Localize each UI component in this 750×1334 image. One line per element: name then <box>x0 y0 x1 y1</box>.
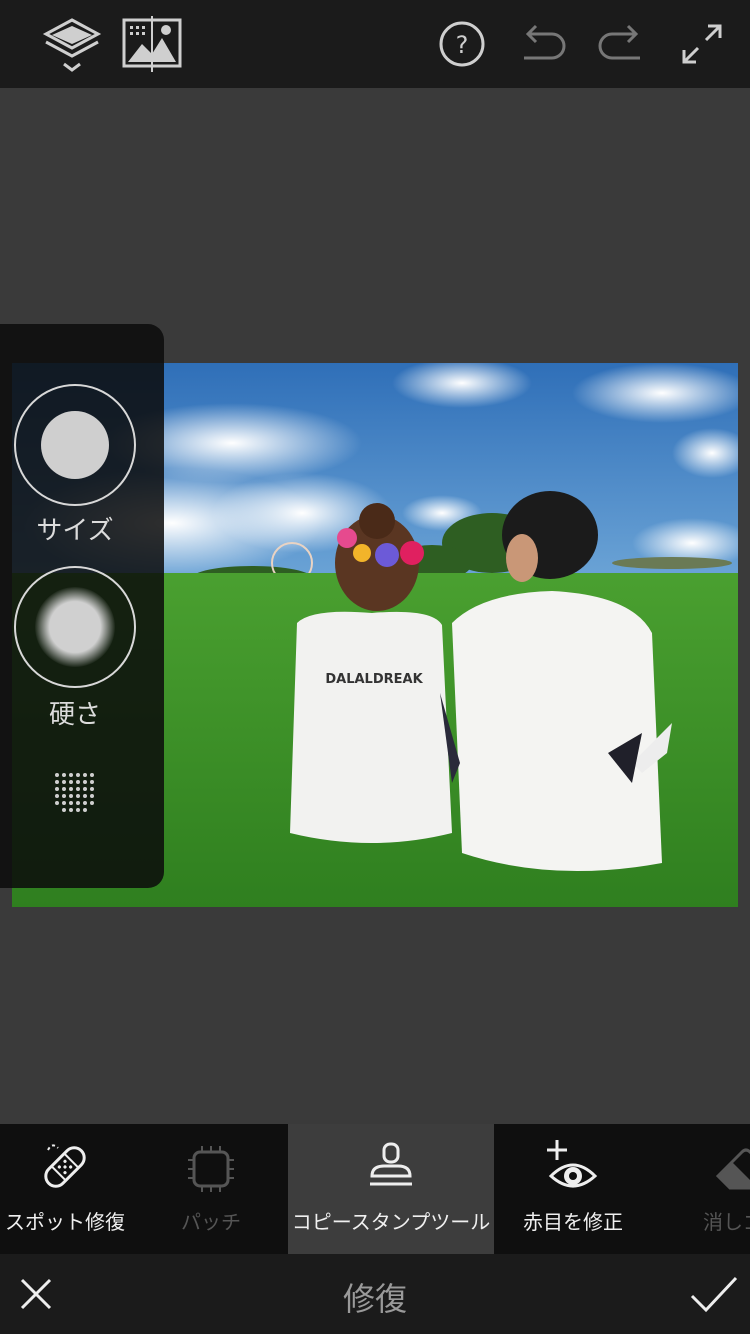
tool-label: 消しゴム <box>703 1210 750 1234</box>
dot-grid-icon[interactable] <box>52 770 98 816</box>
image-compare-icon[interactable] <box>122 14 182 74</box>
brush-settings-panel: サイズ 硬さ <box>0 324 164 888</box>
redo-icon[interactable] <box>592 14 652 74</box>
tool-label: コピースタンプツール <box>291 1210 491 1234</box>
undo-icon[interactable] <box>512 14 572 74</box>
patch-icon <box>186 1124 236 1202</box>
tool-clone-stamp[interactable]: コピースタンプツール <box>288 1124 494 1254</box>
top-toolbar: ? <box>0 0 750 88</box>
heal-tools-strip: スポット修復 パッチ コピースタンプツール 赤目を修正 消し <box>0 1124 750 1254</box>
tool-label: パッチ <box>181 1210 241 1234</box>
svg-text:?: ? <box>456 31 469 59</box>
brush-hardness-preview-icon <box>35 587 115 667</box>
help-icon[interactable]: ? <box>432 14 492 74</box>
bottom-bar: 修復 <box>0 1254 750 1334</box>
layers-icon[interactable] <box>42 14 102 74</box>
clone-stamp-icon <box>366 1124 416 1202</box>
brush-hardness-label: 硬さ <box>48 700 101 730</box>
brush-size-preview-icon <box>41 411 109 479</box>
fullscreen-icon[interactable] <box>672 14 732 74</box>
brush-hardness-button[interactable] <box>14 566 136 688</box>
red-eye-icon <box>543 1124 603 1202</box>
mode-title: 修復 <box>342 1280 407 1318</box>
tool-eraser[interactable]: 消しゴム <box>640 1124 750 1254</box>
tool-label: スポット修復 <box>5 1210 125 1234</box>
brush-size-label: サイズ <box>36 516 114 546</box>
bandage-icon <box>38 1124 92 1202</box>
eraser-icon <box>712 1124 750 1202</box>
shirt-print: DALALDREAK <box>325 672 423 687</box>
tool-label: 赤目を修正 <box>523 1210 623 1234</box>
check-icon[interactable] <box>688 1270 740 1318</box>
brush-size-button[interactable] <box>14 384 136 506</box>
editing-canvas[interactable]: DALALDREAK サイズ 硬さ <box>0 88 750 1124</box>
tool-patch[interactable]: パッチ <box>108 1124 314 1254</box>
